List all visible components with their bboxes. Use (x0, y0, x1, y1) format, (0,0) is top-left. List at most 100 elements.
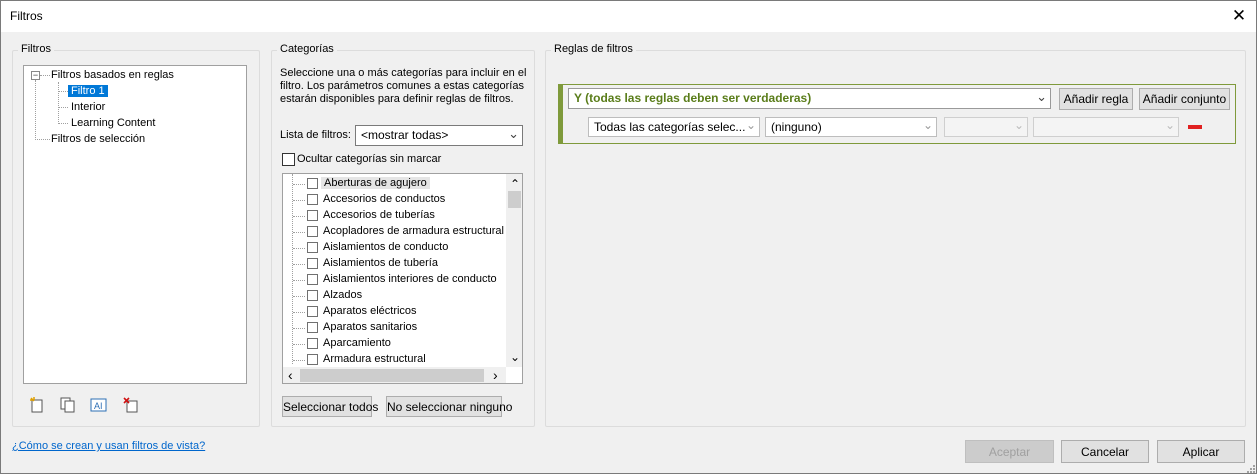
category-label: Aislamientos de tubería (323, 257, 438, 269)
hide-unchecked-label: Ocultar categorías sin marcar (297, 153, 442, 165)
list-item[interactable]: Aislamientos interiores de conducto (283, 272, 508, 288)
list-item[interactable]: Aislamientos de tubería (283, 256, 508, 272)
category-checkbox[interactable] (307, 290, 318, 301)
delete-filter-icon[interactable] (122, 396, 140, 414)
list-item[interactable]: Alzados (283, 288, 508, 304)
condition-value: Y (todas las reglas deben ser verdaderas… (574, 91, 812, 105)
filter-list-label: Lista de filtros: (280, 129, 351, 141)
chevron-down-icon: ⌄ (1036, 89, 1047, 104)
rule-set-container: Y (todas las reglas deben ser verdaderas… (558, 84, 1236, 144)
category-checkbox[interactable] (307, 258, 318, 269)
category-checkbox[interactable] (307, 210, 318, 221)
select-all-button[interactable]: Seleccionar todos (282, 396, 378, 417)
filters-dialog: Filtros ✕ Filtros − Filtros basados en r… (0, 0, 1257, 474)
category-label: Aislamientos interiores de conducto (323, 273, 497, 285)
category-checkbox[interactable] (307, 322, 318, 333)
tree-connector (58, 123, 68, 124)
category-checkbox[interactable] (307, 194, 318, 205)
category-checkbox[interactable] (307, 242, 318, 253)
select-none-button[interactable]: No seleccionar ninguno (386, 396, 512, 417)
duplicate-filter-icon[interactable] (59, 396, 77, 414)
categories-group-label: Categorías (277, 43, 337, 55)
category-checkbox[interactable] (307, 306, 318, 317)
tree-connector (58, 82, 59, 124)
category-checkbox[interactable] (307, 226, 318, 237)
new-filter-icon[interactable] (29, 396, 47, 414)
scroll-thumb[interactable] (508, 191, 521, 208)
category-checkbox[interactable] (307, 274, 318, 285)
chevron-down-icon: ⌄ (745, 118, 756, 132)
collapse-icon[interactable]: − (31, 71, 40, 80)
rules-group-label: Reglas de filtros (551, 43, 636, 55)
category-label: Aparcamiento (323, 337, 391, 349)
category-label: Accesorios de conductos (323, 193, 446, 205)
categories-list[interactable]: Aberturas de agujero Accesorios de condu… (282, 173, 523, 384)
rule-parameter-value: (ninguno) (771, 120, 822, 134)
add-set-button[interactable]: Añadir conjunto (1139, 88, 1230, 110)
condition-select[interactable]: Y (todas las reglas deben ser verdaderas… (568, 88, 1051, 109)
tree-item-filter-1[interactable]: Filtro 1 (68, 85, 108, 97)
filter-list-value: <mostrar todas> (361, 128, 449, 142)
window-title: Filtros (10, 9, 43, 23)
cancel-button[interactable]: Cancelar (1061, 440, 1149, 463)
category-label: Aislamientos de conducto (323, 241, 449, 253)
category-label: Aparatos eléctricos (323, 305, 417, 317)
tree-connector (58, 91, 68, 92)
apply-button[interactable]: Aplicar (1157, 440, 1245, 463)
tree-connector (40, 75, 50, 76)
category-label: Aparatos sanitarios (323, 321, 418, 333)
list-item[interactable]: Armadura estructural (283, 352, 508, 368)
close-icon[interactable]: ✕ (1226, 4, 1252, 28)
list-item[interactable]: Accesorios de tuberías (283, 208, 508, 224)
category-checkbox[interactable] (307, 354, 318, 365)
categories-vertical-scrollbar[interactable]: ⌃ ⌄ (506, 174, 522, 367)
hide-unchecked-checkbox[interactable] (282, 153, 295, 166)
filter-list-select[interactable]: <mostrar todas> ⌄ (355, 125, 523, 146)
scroll-down-icon[interactable]: ⌄ (510, 350, 520, 364)
rule-parameter-select[interactable]: (ninguno) ⌄ (765, 117, 937, 137)
rule-value-select[interactable]: ⌄ (1033, 117, 1179, 137)
rule-category-select[interactable]: Todas las categorías selec... ⌄ (588, 117, 760, 137)
category-label: Alzados (323, 289, 363, 301)
list-item[interactable]: Aparcamiento (283, 336, 508, 352)
category-checkbox[interactable] (307, 178, 318, 189)
categories-horizontal-scrollbar[interactable]: ‹ › (283, 367, 506, 383)
chevron-down-icon: ⌄ (508, 126, 519, 141)
list-item[interactable]: Aberturas de agujero (283, 176, 508, 192)
rule-set-accent (559, 85, 563, 143)
category-label: Acopladores de armadura estructural (323, 225, 504, 237)
ok-button[interactable]: Aceptar (965, 440, 1054, 463)
chevron-down-icon: ⌄ (1013, 118, 1024, 132)
list-item[interactable]: Aislamientos de conducto (283, 240, 508, 256)
category-label: Aberturas de agujero (321, 177, 430, 189)
categories-description: Seleccione una o más categorías para inc… (280, 67, 527, 105)
scroll-left-icon[interactable]: ‹ (288, 367, 293, 383)
tree-item-interior[interactable]: Interior (71, 101, 105, 113)
category-checkbox[interactable] (307, 338, 318, 349)
list-item[interactable]: Aparatos sanitarios (283, 320, 508, 336)
tree-connector (35, 139, 50, 140)
svg-text:AI: AI (94, 401, 103, 411)
title-bar: Filtros ✕ (1, 1, 1256, 32)
help-link[interactable]: ¿Cómo se crean y usan filtros de vista? (12, 440, 205, 452)
scroll-up-icon[interactable]: ⌃ (510, 177, 520, 191)
add-rule-button[interactable]: Añadir regla (1059, 88, 1133, 110)
filters-group-label: Filtros (18, 43, 54, 55)
tree-item-rule-based-filters[interactable]: Filtros basados en reglas (51, 69, 174, 81)
list-item[interactable]: Accesorios de conductos (283, 192, 508, 208)
tree-item-learning-content[interactable]: Learning Content (71, 117, 155, 129)
list-item[interactable]: Acopladores de armadura estructural (283, 224, 508, 240)
filters-tree[interactable]: − Filtros basados en reglas Filtro 1 Int… (23, 65, 247, 384)
rule-operator-select[interactable]: ⌄ (944, 117, 1028, 137)
remove-rule-icon[interactable] (1188, 125, 1202, 129)
chevron-down-icon: ⌄ (1164, 118, 1175, 132)
resize-grip-icon[interactable] (1244, 462, 1256, 474)
scroll-right-icon[interactable]: › (493, 367, 498, 383)
category-label: Armadura estructural (323, 353, 426, 365)
tree-item-selection-filters[interactable]: Filtros de selección (51, 133, 145, 145)
rename-filter-icon[interactable]: AI (90, 396, 108, 414)
chevron-down-icon: ⌄ (922, 118, 933, 132)
rule-category-value: Todas las categorías selec... (594, 120, 746, 134)
scroll-thumb[interactable] (300, 369, 484, 382)
list-item[interactable]: Aparatos eléctricos (283, 304, 508, 320)
